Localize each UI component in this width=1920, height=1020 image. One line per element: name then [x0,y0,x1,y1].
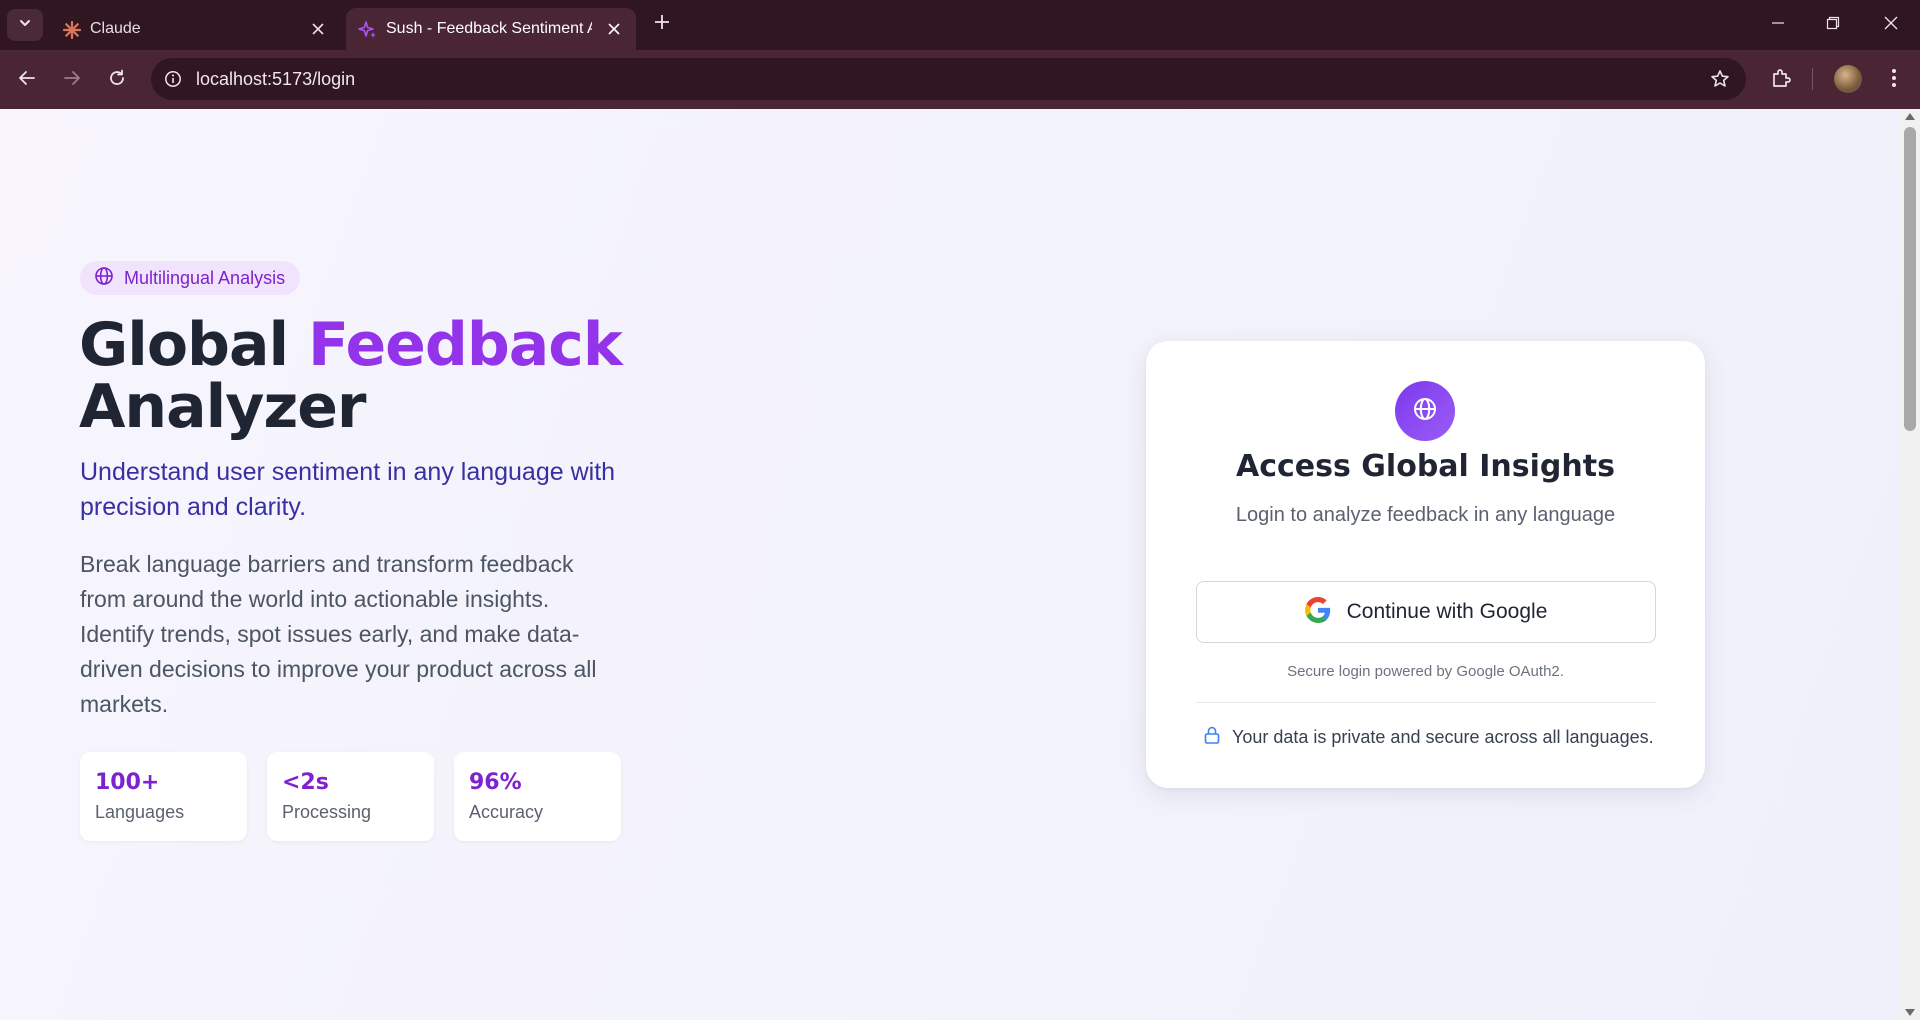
tab-claude[interactable]: Claude [50,8,340,50]
reload-button[interactable] [101,64,133,96]
tab-title: Sush - Feedback Sentiment Ana [386,20,592,37]
stat-card-processing: <2s Processing [267,752,434,841]
chevron-down-icon [18,16,32,35]
scroll-down-arrow[interactable] [1905,1009,1915,1016]
globe-icon [94,266,114,291]
stat-value: <2s [282,770,329,795]
badge-label: Multilingual Analysis [124,267,286,288]
more-menu-icon [1891,68,1897,93]
hero-subtitle: Understand user sentiment in any languag… [80,458,616,521]
secure-login-note: Secure login powered by Google OAuth2. [1287,663,1564,680]
scroll-up-arrow[interactable] [1905,113,1915,120]
tab-close-button[interactable] [604,19,624,39]
stat-card-accuracy: 96% Accuracy [454,752,621,841]
tab-feedback-analyzer[interactable]: Sush - Feedback Sentiment Ana [346,8,636,50]
close-window-button[interactable] [1876,10,1906,40]
tab-close-button[interactable] [308,19,328,39]
google-login-button[interactable]: Continue with Google [1196,581,1656,643]
restore-button[interactable] [1818,10,1848,40]
title-global: Global [79,310,308,380]
stat-label: Languages [95,802,185,822]
browser-tab-strip: Claude Sush - Feedback Sentiment Ana [0,0,1920,50]
extensions-button[interactable] [1765,64,1797,96]
forward-arrow-icon [63,69,81,92]
more-menu-button[interactable] [1878,64,1910,96]
title-analyzer: Analyzer [79,372,367,442]
hero-description: Break language barriers and transform fe… [80,551,597,717]
profile-avatar[interactable] [1834,65,1862,93]
login-page: Multilingual Analysis Global Feedback An… [0,109,1900,1020]
globe-icon [1412,396,1438,427]
stat-label: Processing [282,802,372,822]
back-arrow-icon [18,69,36,92]
login-card: Access Global Insights Login to analyze … [1146,341,1705,788]
url-text[interactable]: localhost:5173/login [196,69,355,90]
extensions-icon [1770,67,1792,94]
multilingual-badge: Multilingual Analysis [80,261,301,295]
bookmark-star-icon[interactable] [1708,67,1732,91]
browser-toolbar: localhost:5173/login [0,50,1920,109]
privacy-text: Your data is private and secure across a… [1232,727,1654,747]
site-info-icon[interactable] [161,67,185,91]
plus-icon [654,14,670,35]
stat-label: Accuracy [469,802,544,822]
claude-favicon-icon [62,20,82,40]
stats-row: 100+ Languages <2s Processing 96% Accura… [80,752,621,841]
address-bar[interactable]: localhost:5173/login [151,58,1746,100]
card-title: Access Global Insights [1236,449,1615,484]
sparkle-favicon-icon [358,20,378,40]
stat-value: 100+ [95,770,160,795]
reload-icon [108,69,126,92]
card-subtitle: Login to analyze feedback in any languag… [1235,504,1616,526]
google-button-label: Continue with Google [1346,600,1548,623]
restore-icon [1826,16,1840,35]
stat-card-languages: 100+ Languages [80,752,247,841]
title-accent: Feedback [307,310,623,380]
lock-icon [1202,725,1222,750]
scroll-thumb[interactable] [1904,127,1916,431]
toolbar-divider [1812,68,1813,90]
privacy-note: Your data is private and secure across a… [1202,725,1654,750]
new-tab-button[interactable] [650,12,674,36]
minimize-icon [1771,16,1785,35]
tab-title: Claude [90,20,141,37]
card-divider [1196,702,1656,703]
back-button[interactable] [11,64,43,96]
card-logo [1395,381,1455,441]
page-scrollbar[interactable] [1900,109,1920,1020]
close-icon [1884,16,1898,35]
minimize-button[interactable] [1763,10,1793,40]
page-title: Global Feedback Analyzer [79,314,623,438]
tab-search-button[interactable] [7,9,43,41]
stat-value: 96% [469,770,522,795]
google-logo-icon [1304,596,1331,628]
forward-button[interactable] [56,64,88,96]
